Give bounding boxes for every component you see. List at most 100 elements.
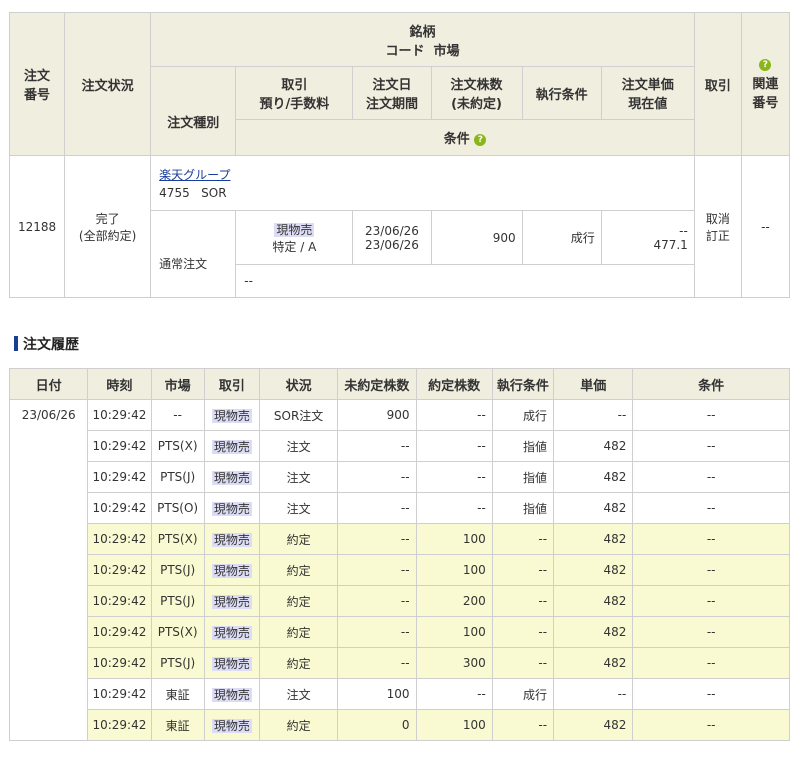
col-quantity: 注文株数 (未約定) <box>430 66 523 120</box>
history-trade-type: 現物売 <box>211 408 252 423</box>
history-status: 約定 <box>258 709 339 741</box>
history-row: 10:29:42 PTS(X) 現物売 約定 -- 100 -- 482 -- <box>10 523 790 555</box>
history-condition: -- <box>632 399 790 431</box>
history-status: 注文 <box>258 678 339 710</box>
history-trade-type: 現物売 <box>211 687 252 702</box>
history-filled: -- <box>415 678 493 710</box>
cancel-link[interactable]: 取消 <box>695 210 741 227</box>
history-trade-cell: 現物売 <box>203 709 260 741</box>
history-filled: -- <box>415 399 493 431</box>
history-market: PTS(X) <box>150 430 205 462</box>
history-condition: -- <box>632 430 790 462</box>
history-time: 10:29:42 <box>87 430 152 462</box>
history-status: 注文 <box>258 430 339 462</box>
history-unfilled: 900 <box>337 399 417 431</box>
col-exec-condition: 執行条件 <box>521 66 602 120</box>
order-detail-table: 注文 番号 注文状況 銘柄 コード 市場 取引 ? 関連 番号 注文種別 取引 … <box>8 12 791 298</box>
history-row: 10:29:42 PTS(O) 現物売 注文 -- -- 指値 482 -- <box>10 492 790 524</box>
history-filled: -- <box>415 492 493 524</box>
history-exec: 指値 <box>491 430 555 462</box>
history-time: 10:29:42 <box>87 616 152 648</box>
order-history-table: 日付 時刻 市場 取引 状況 未約定株数 約定株数 執行条件 単価 条件 23/… <box>8 368 790 741</box>
history-row: 10:29:42 東証 現物売 注文 100 -- 成行 -- -- <box>10 678 790 710</box>
modify-link[interactable]: 訂正 <box>695 227 741 244</box>
hist-col-status: 状況 <box>258 368 339 400</box>
history-market: PTS(J) <box>150 647 205 679</box>
hist-col-trade: 取引 <box>203 368 260 400</box>
col-order-status: 注文状況 <box>64 12 152 156</box>
history-time: 10:29:42 <box>87 554 152 586</box>
stock-code-market: 4755 SOR <box>159 186 227 200</box>
col-order-number: 注文 番号 <box>8 12 66 156</box>
history-unfilled: 100 <box>337 678 417 710</box>
order-history-title-text: 注文履歴 <box>23 337 79 353</box>
col-condition: 条件 ? <box>235 119 695 156</box>
meigara-label: 銘柄 <box>409 24 436 40</box>
history-trade-type: 現物売 <box>211 718 252 733</box>
history-trade-type: 現物売 <box>211 501 252 516</box>
history-condition: -- <box>632 647 790 679</box>
history-condition: -- <box>632 678 790 710</box>
history-market: -- <box>150 399 205 431</box>
col-meigara: 銘柄 コード 市場 <box>150 12 695 67</box>
hist-col-unfilled: 未約定株数 <box>337 368 417 400</box>
history-filled: 100 <box>415 523 493 555</box>
history-condition: -- <box>632 523 790 555</box>
help-icon[interactable]: ? <box>474 133 487 146</box>
col-order-type: 注文種別 <box>150 66 237 156</box>
history-market: 東証 <box>150 709 205 741</box>
history-price: 482 <box>553 709 634 741</box>
history-exec: -- <box>491 523 555 555</box>
order-price: -- <box>679 223 688 238</box>
history-market: PTS(J) <box>150 461 205 493</box>
history-unfilled: -- <box>337 616 417 648</box>
history-price: 482 <box>553 585 634 617</box>
history-trade-type: 現物売 <box>211 594 252 609</box>
hist-col-time: 時刻 <box>87 368 152 400</box>
action-cell: 取消 訂正 <box>693 155 742 298</box>
help-icon[interactable]: ? <box>759 59 772 71</box>
history-exec: -- <box>491 647 555 679</box>
history-time: 10:29:42 <box>87 523 152 555</box>
order-date-cell: 23/06/26 23/06/26 <box>352 210 432 265</box>
history-exec: 成行 <box>491 399 555 431</box>
history-filled: -- <box>415 461 493 493</box>
history-filled: 200 <box>415 585 493 617</box>
history-trade-cell: 現物売 <box>203 647 260 679</box>
history-time: 10:29:42 <box>87 678 152 710</box>
col-related: ? 関連 番号 <box>740 12 791 156</box>
history-trade-type: 現物売 <box>211 625 252 640</box>
history-status: 注文 <box>258 492 339 524</box>
trade-cell: 現物売 特定 / A <box>235 210 354 265</box>
history-price: 482 <box>553 430 634 462</box>
col-price: 注文単価 現在値 <box>600 66 695 120</box>
history-price: -- <box>553 678 634 710</box>
code-market-label: コード 市場 <box>385 43 460 59</box>
col-trade: 取引 預り/手数料 <box>235 66 354 120</box>
history-price: 482 <box>553 461 634 493</box>
history-price: 482 <box>553 616 634 648</box>
hist-col-price: 単価 <box>553 368 634 400</box>
stock-name-link[interactable]: 楽天グループ <box>159 168 230 182</box>
order-quantity: 900 <box>430 210 523 265</box>
history-trade-type: 現物売 <box>211 470 252 485</box>
history-status: SOR注文 <box>258 399 339 431</box>
history-status: 約定 <box>258 616 339 648</box>
history-time: 10:29:42 <box>87 492 152 524</box>
order-history-title: 注文履歴 <box>14 334 79 353</box>
exec-condition: 成行 <box>521 210 602 265</box>
history-row: 10:29:42 PTS(J) 現物売 注文 -- -- 指値 482 -- <box>10 461 790 493</box>
history-filled: 300 <box>415 647 493 679</box>
related-label: 関連 番号 <box>752 76 779 111</box>
history-trade-cell: 現物売 <box>203 554 260 586</box>
history-exec: 指値 <box>491 461 555 493</box>
history-status: 約定 <box>258 554 339 586</box>
condition-label: 条件 <box>443 132 470 147</box>
history-row: 10:29:42 東証 現物売 約定 0 100 -- 482 -- <box>10 709 790 741</box>
history-row: 10:29:42 PTS(X) 現物売 注文 -- -- 指値 482 -- <box>10 430 790 462</box>
history-status: 約定 <box>258 523 339 555</box>
history-exec: -- <box>491 709 555 741</box>
history-trade-cell: 現物売 <box>203 585 260 617</box>
history-condition: -- <box>632 585 790 617</box>
condition-value: -- <box>235 264 695 298</box>
